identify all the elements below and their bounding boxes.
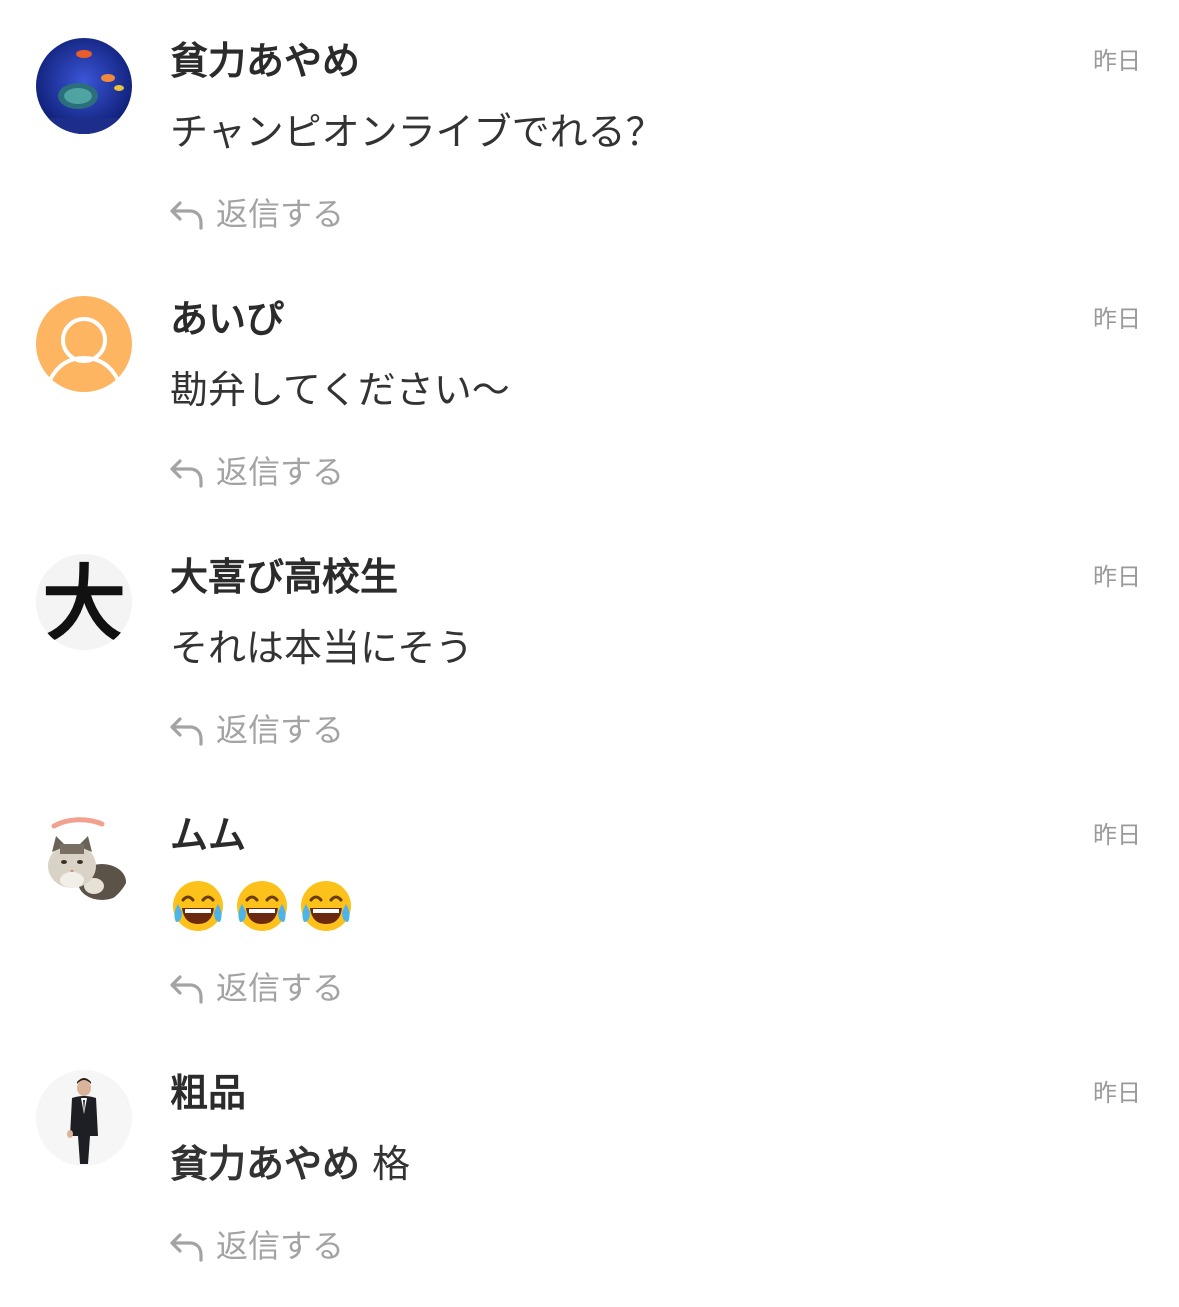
comment-text: 勘弁してください〜 [170,368,510,412]
face-with-tears-of-joy-icon [237,881,287,931]
timestamp: 昨日 [1093,305,1141,333]
timestamp: 昨日 [1093,1079,1141,1107]
avatar[interactable] [36,38,132,134]
reply-label: 返信する [216,711,345,749]
comment-text: それは本当にそう [170,626,474,670]
comment-text-content: 格 [372,1142,411,1186]
reply-button[interactable]: 返信する [168,194,344,234]
username[interactable]: 貧力あやめ [170,38,360,84]
reply-label: 返信する [216,195,345,233]
face-with-tears-of-joy-icon [301,881,351,931]
man-in-suit-avatar-image [36,1070,132,1166]
username[interactable]: 大喜び高校生 [170,554,398,600]
avatar[interactable] [36,1070,132,1166]
username[interactable]: 粗品 [170,1070,246,1116]
reply-button[interactable]: 返信する [168,452,344,492]
avatar-kanji: 大 [42,556,126,650]
reply-arrow-icon [170,717,203,746]
reply-arrow-icon [170,1233,203,1262]
face-with-tears-of-joy-icon [173,881,223,931]
comment-item: 貧力あやめ 昨日 チャンピオンライブでれる？ 返信する [0,0,1179,258]
comment-item: 大 大喜び高校生 昨日 それは本当にそう 返信する [0,516,1179,774]
cat-avatar-image [36,812,132,908]
reply-button[interactable]: 返信する [168,1226,344,1266]
reply-button[interactable]: 返信する [168,710,344,750]
reply-button[interactable]: 返信する [168,968,344,1008]
username[interactable]: ムム [170,812,246,858]
comment-emojis [170,878,354,934]
default-user-icon [36,296,132,392]
reply-label: 返信する [216,453,345,491]
comment-text: 貧力あやめ 格 [170,1140,410,1188]
username[interactable]: あいぴ [170,296,284,342]
reply-arrow-icon [170,975,203,1004]
avatar[interactable]: 大 [36,554,132,650]
kanji-avatar-image: 大 [36,554,132,650]
avatar[interactable] [36,296,132,392]
timestamp: 昨日 [1093,47,1141,75]
avatar[interactable] [36,812,132,908]
comment-item: 粗品 昨日 貧力あやめ 格 返信する [0,1032,1179,1290]
reply-arrow-icon [170,201,203,230]
comment-item: ムム 昨日 返信する [0,774,1179,1032]
reply-label: 返信する [216,1227,345,1265]
comment-text: チャンピオンライブでれる？ [170,110,664,154]
reply-arrow-icon [170,459,203,488]
reply-label: 返信する [216,969,345,1007]
timestamp: 昨日 [1093,821,1141,849]
comment-item: あいぴ 昨日 勘弁してください〜 返信する [0,258,1179,516]
aquarium-avatar-image [36,38,132,134]
mention-username[interactable]: 貧力あやめ [170,1142,360,1186]
timestamp: 昨日 [1093,563,1141,591]
